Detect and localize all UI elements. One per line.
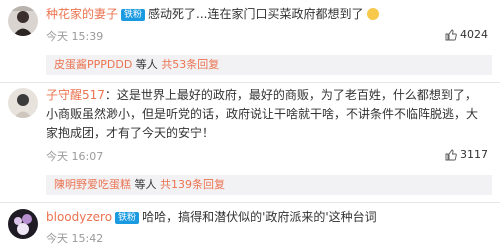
avatar[interactable] <box>8 209 38 239</box>
username[interactable]: 种花家的妻子 <box>46 7 118 21</box>
emoji-icon <box>367 8 380 20</box>
fan-badge: 铁粉 <box>121 9 146 21</box>
like-count: 4024 <box>460 28 488 41</box>
like-button[interactable]: 4024 <box>445 28 488 41</box>
like-count: 3117 <box>460 148 488 161</box>
reply-user[interactable]: 皮蛋酱PPPDDD <box>54 58 132 71</box>
reply-summary[interactable]: 皮蛋酱PPPDDD 等人 共53条回复 <box>46 55 492 75</box>
comment-time: 今天 15:39 <box>46 30 104 43</box>
avatar[interactable] <box>8 6 38 36</box>
reply-count[interactable]: 共53条回复 <box>161 58 219 71</box>
comment-text: ：这是世界上最好的政府，最好的商贩，为了老百姓，什么都想到了，小商贩虽然渺小，但… <box>46 88 479 140</box>
reply-count[interactable]: 共139条回复 <box>160 178 225 191</box>
like-button[interactable]: 3117 <box>445 148 488 161</box>
like-icon <box>445 149 457 160</box>
comment-time: 今天 15:42 <box>46 232 104 245</box>
comment-text: 哈哈，搞得和潜伏似的'政府派来的'这种台词 <box>142 210 377 224</box>
username[interactable]: 子守醒517 <box>46 88 105 102</box>
username[interactable]: bloodyzero <box>46 210 112 224</box>
divider <box>0 82 500 83</box>
divider <box>0 202 500 203</box>
fan-badge: 铁粉 <box>115 212 140 224</box>
avatar[interactable] <box>8 88 38 118</box>
reply-summary[interactable]: 陳明野爱吃蛋糕 等人 共139条回复 <box>46 175 492 195</box>
like-icon <box>445 29 457 40</box>
comment-time: 今天 16:07 <box>46 150 104 163</box>
reply-user[interactable]: 陳明野爱吃蛋糕 <box>54 178 131 191</box>
comment-text: 感动死了...连在家门口买菜政府都想到了 <box>148 7 364 21</box>
